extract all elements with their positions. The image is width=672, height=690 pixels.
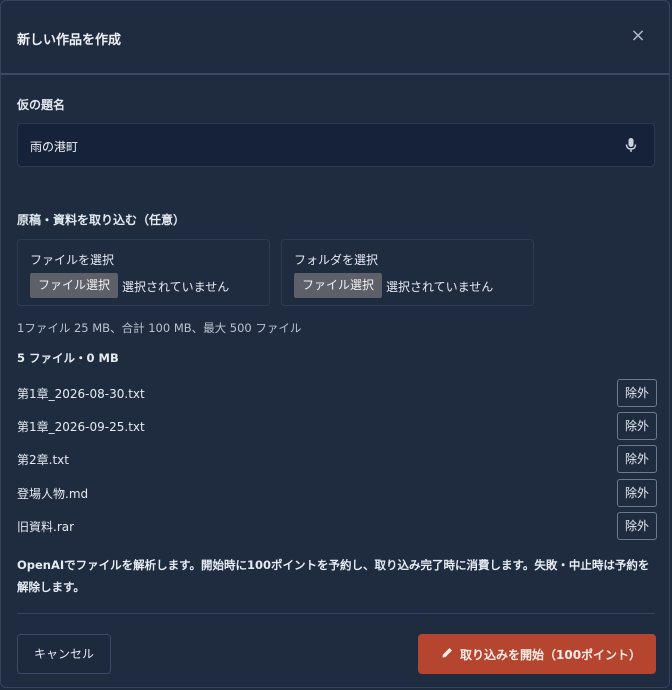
file-picker: ファイルを選択 ファイル選択 選択されていません: [17, 239, 270, 306]
pen-icon: [442, 648, 452, 658]
remove-file-button[interactable]: 除外: [617, 479, 657, 507]
file-row: 第1章_2026-09-25.txt 除外: [17, 412, 657, 442]
file-row: 登場人物.md 除外: [17, 479, 657, 509]
file-picker-label: ファイルを選択: [30, 253, 115, 267]
dialog-header: 新しい作品を作成 ×: [1, 1, 669, 75]
file-name: 第1章_2026-08-30.txt: [17, 387, 145, 401]
title-field-label: 仮の題名: [17, 98, 66, 112]
folder-select-button[interactable]: ファイル選択: [294, 273, 383, 298]
file-name: 第1章_2026-09-25.txt: [17, 420, 145, 434]
file-name: 旧資料.rar: [17, 520, 75, 534]
file-name: 登場人物.md: [17, 487, 89, 501]
start-import-button[interactable]: 取り込みを開始（100ポイント）: [418, 634, 656, 674]
file-row: 第1章_2026-08-30.txt 除外: [17, 379, 657, 409]
import-section-label: 原稿・資料を取り込む（任意）: [17, 213, 186, 227]
remove-file-button[interactable]: 除外: [617, 412, 657, 440]
title-input[interactable]: 雨の港町: [17, 123, 655, 167]
file-select-button[interactable]: ファイル選択: [30, 273, 119, 298]
close-button[interactable]: ×: [629, 27, 647, 45]
start-import-label: 取り込みを開始（100ポイント）: [460, 648, 642, 662]
remove-file-button[interactable]: 除外: [617, 512, 657, 540]
folder-picker-label: フォルダを選択: [294, 253, 379, 267]
folder-picker: フォルダを選択 ファイル選択 選択されていません: [281, 239, 534, 306]
file-summary: 5 ファイル・0 MB: [17, 351, 119, 365]
remove-file-button[interactable]: 除外: [617, 445, 657, 473]
footer-divider: [17, 613, 655, 614]
file-row: 第2章.txt 除外: [17, 445, 657, 475]
file-picker-status: 選択されていません: [122, 280, 230, 294]
file-row: 旧資料.rar 除外: [17, 512, 657, 542]
microphone-icon[interactable]: [624, 137, 638, 153]
remove-file-button[interactable]: 除外: [617, 379, 657, 407]
points-notice: OpenAIでファイルを解析します。開始時に100ポイントを予約し、取り込み完了…: [17, 558, 650, 594]
folder-picker-status: 選択されていません: [386, 280, 494, 294]
cancel-button[interactable]: キャンセル: [17, 634, 111, 674]
create-work-dialog: 新しい作品を作成 × 仮の題名 雨の港町 原稿・資料を取り込む（任意） ファイル…: [0, 0, 670, 688]
dialog-title: 新しい作品を作成: [17, 33, 122, 48]
close-icon: ×: [630, 25, 646, 46]
upload-limits: 1ファイル 25 MB、合計 100 MB、最大 500 ファイル: [17, 321, 302, 335]
file-name: 第2章.txt: [17, 453, 69, 467]
title-input-value: 雨の港町: [30, 140, 79, 154]
